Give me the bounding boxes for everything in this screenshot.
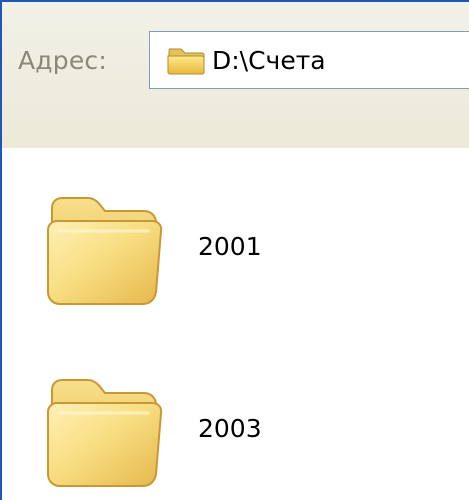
- folder-label-2003: 2003: [198, 414, 262, 443]
- address-path: D:\Счета: [212, 46, 326, 75]
- folder-list: 2001 2003: [2, 148, 469, 500]
- folder-icon: [47, 197, 163, 305]
- folder-item-2001[interactable]: 2001: [40, 192, 340, 312]
- folder-label-2001: 2001: [198, 232, 262, 261]
- address-label: Адрес:: [18, 46, 108, 75]
- folder-icon: [167, 48, 205, 75]
- address-bar: Адрес: D:\Счета: [2, 2, 469, 149]
- address-field[interactable]: D:\Счета: [149, 31, 469, 89]
- folder-item-2003[interactable]: 2003: [40, 374, 340, 494]
- folder-icon: [47, 379, 163, 487]
- explorer-window: Адрес: D:\Счета 2001 2003: [0, 0, 469, 500]
